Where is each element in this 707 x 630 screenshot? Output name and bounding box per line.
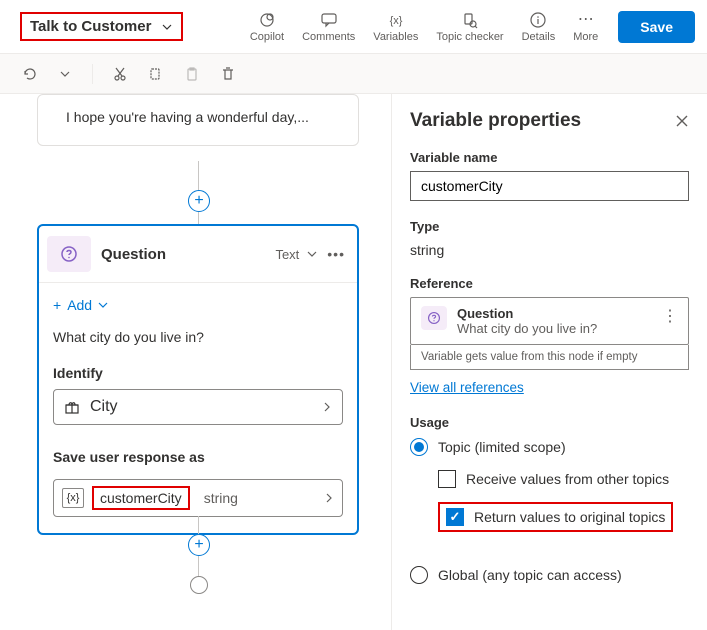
reference-subtitle: What city do you live in? — [457, 321, 652, 336]
entity-icon — [64, 399, 80, 415]
usage-global-radio[interactable]: Global (any topic can access) — [410, 566, 689, 584]
message-card[interactable]: I hope you're having a wonderful day,... — [37, 94, 359, 146]
undo-chevron[interactable] — [56, 65, 74, 83]
var-name-input[interactable] — [410, 171, 689, 201]
variables-icon: {x} — [387, 11, 405, 29]
question-card-header: Question Text ••• — [39, 226, 357, 283]
more-icon: ⋯ — [577, 11, 595, 29]
radio-icon — [410, 566, 428, 584]
chevron-down-icon — [161, 21, 173, 33]
checkbox-icon — [438, 470, 456, 488]
card-more-button[interactable]: ••• — [327, 246, 345, 262]
toolbar-items: Copilot Comments {x} Variables Topic che… — [250, 11, 598, 43]
usage-global-label: Global (any topic can access) — [438, 567, 622, 583]
save-as-label: Save user response as — [53, 443, 343, 473]
plus-icon: + — [53, 297, 61, 313]
undo-button[interactable] — [20, 65, 38, 83]
add-node-button[interactable]: + — [188, 534, 210, 556]
close-button[interactable] — [675, 114, 689, 128]
variable-icon: {x} — [62, 488, 84, 508]
question-icon — [47, 236, 91, 272]
variable-name: customerCity — [92, 486, 190, 510]
sub-toolbar — [0, 54, 707, 94]
usage-receive-label: Receive values from other topics — [466, 471, 669, 487]
checkbox-icon — [446, 508, 464, 526]
chevron-right-icon — [324, 493, 334, 503]
toolbar-variables-label: Variables — [373, 31, 418, 43]
save-button[interactable]: Save — [618, 11, 695, 43]
reference-label: Reference — [410, 276, 689, 291]
toolbar-comments-label: Comments — [302, 31, 355, 43]
add-option-button[interactable]: + Add — [53, 293, 343, 323]
usage-return-checkbox[interactable]: Return values to original topics — [438, 502, 689, 532]
variable-properties-panel: Variable properties Variable name Type s… — [391, 94, 707, 630]
usage-topic-radio[interactable]: Topic (limited scope) — [410, 438, 689, 456]
variable-type: string — [204, 490, 238, 506]
save-response-variable-selector[interactable]: {x} customerCity string — [53, 479, 343, 517]
toolbar-copilot[interactable]: Copilot — [250, 11, 284, 43]
usage-topic-label: Topic (limited scope) — [438, 439, 566, 455]
end-node[interactable] — [190, 576, 208, 594]
copilot-icon — [258, 11, 276, 29]
identify-entity-selector[interactable]: City — [53, 389, 343, 425]
topic-name-text: Talk to Customer — [30, 18, 151, 35]
panel-title: Variable properties — [410, 110, 675, 132]
cut-button[interactable] — [111, 65, 129, 83]
toolbar-divider — [92, 64, 93, 84]
radio-icon — [410, 438, 428, 456]
chevron-right-icon — [322, 402, 332, 412]
chevron-down-icon — [98, 300, 108, 310]
identify-label: Identify — [53, 359, 343, 389]
delete-button[interactable] — [219, 65, 237, 83]
message-text: I hope you're having a wonderful day,... — [66, 109, 309, 125]
topic-name-dropdown[interactable]: Talk to Customer — [20, 12, 183, 41]
toolbar-more-label: More — [573, 31, 598, 43]
topic-checker-icon — [461, 11, 479, 29]
question-icon — [421, 306, 447, 330]
authoring-canvas[interactable]: I hope you're having a wonderful day,...… — [0, 94, 391, 630]
toolbar-more[interactable]: ⋯ More — [573, 11, 598, 43]
reference-more-button[interactable]: ⋮ — [662, 306, 678, 326]
reference-card[interactable]: Question What city do you live in? ⋮ — [410, 297, 689, 345]
question-type-label[interactable]: Text — [275, 247, 299, 262]
toolbar-topic-checker-label: Topic checker — [436, 31, 503, 43]
type-label: Type — [410, 219, 689, 234]
question-card[interactable]: Question Text ••• + Add What city do you… — [37, 224, 359, 535]
chevron-down-icon[interactable] — [307, 249, 317, 259]
add-node-button[interactable]: + — [188, 190, 210, 212]
paste-button[interactable] — [183, 65, 201, 83]
toolbar-comments[interactable]: Comments — [302, 11, 355, 43]
top-toolbar: Talk to Customer Copilot Comments {x} Va… — [0, 0, 707, 54]
reference-title: Question — [457, 306, 652, 321]
connector-line — [198, 556, 199, 578]
toolbar-copilot-label: Copilot — [250, 31, 284, 43]
toolbar-details-label: Details — [522, 31, 556, 43]
question-card-title: Question — [101, 246, 275, 263]
type-value: string — [410, 240, 689, 258]
info-icon — [529, 11, 547, 29]
usage-return-label: Return values to original topics — [474, 509, 665, 525]
identify-value: City — [90, 398, 118, 416]
toolbar-topic-checker[interactable]: Topic checker — [436, 11, 503, 43]
view-all-references-link[interactable]: View all references — [410, 380, 524, 395]
usage-receive-checkbox[interactable]: Receive values from other topics — [438, 470, 689, 488]
copy-button[interactable] — [147, 65, 165, 83]
question-text[interactable]: What city do you live in? — [53, 323, 343, 359]
comment-icon — [320, 11, 338, 29]
usage-label: Usage — [410, 415, 689, 430]
svg-text:{x}: {x} — [389, 15, 402, 27]
var-name-label: Variable name — [410, 150, 689, 165]
toolbar-details[interactable]: Details — [522, 11, 556, 43]
toolbar-variables[interactable]: {x} Variables — [373, 11, 418, 43]
reference-note: Variable gets value from this node if em… — [410, 345, 689, 370]
add-label: Add — [67, 297, 92, 313]
